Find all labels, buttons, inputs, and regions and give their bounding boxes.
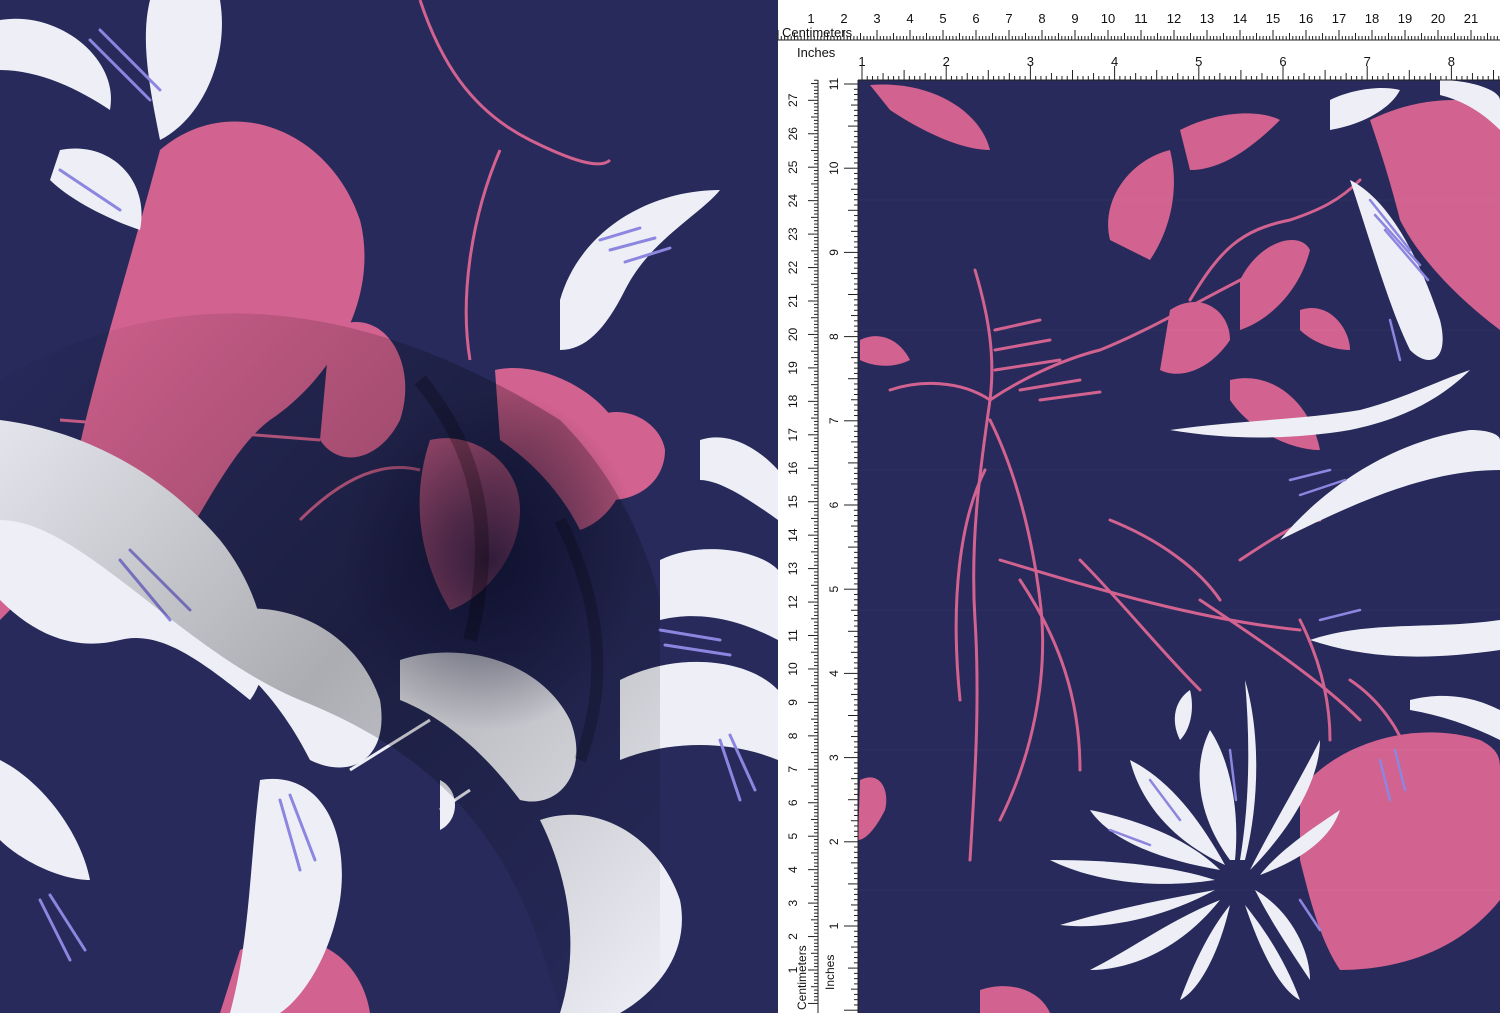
ruler-left-in-number: 8 [827, 333, 841, 340]
ruler-left-cm-number: 16 [786, 461, 800, 475]
ruler-top-cm-number: 7 [1005, 11, 1012, 26]
ruler-left-in-label: Inches [823, 955, 837, 990]
ruler-top-in-number: 6 [1279, 54, 1286, 69]
ruler-left-cm-number: 17 [786, 428, 800, 442]
ruler-top-cm-number: 14 [1233, 11, 1247, 26]
ruler-top-cm-number: 13 [1200, 11, 1214, 26]
ruler-top-cm-number: 2 [840, 11, 847, 26]
ruler-left-cm-number: 12 [786, 595, 800, 609]
ruler-left-cm-number: 20 [786, 327, 800, 341]
ruler-left-cm-number: 3 [786, 899, 800, 906]
ruler-top-in-number: 7 [1364, 54, 1371, 69]
ruler-top-in-number: 8 [1448, 54, 1455, 69]
ruler-top-cm-number: 20 [1431, 11, 1445, 26]
ruler-left-cm-number: 5 [786, 833, 800, 840]
ruler-left-cm-number: 2 [786, 933, 800, 940]
ruler-left-cm-number: 26 [786, 127, 800, 141]
ruler-top-cm-number: 16 [1299, 11, 1313, 26]
ruler-top-cm-number: 19 [1398, 11, 1412, 26]
ruler-left-in-number: 1 [827, 922, 841, 929]
ruler-top-cm-number: 12 [1167, 11, 1181, 26]
ruler-top-cm-number: 21 [1464, 11, 1478, 26]
ruler-top-in-number: 1 [858, 54, 865, 69]
ruler-left-cm-number: 18 [786, 394, 800, 408]
ruler-left-cm-number: 6 [786, 799, 800, 806]
ruler-left-in-number: 11 [827, 77, 841, 90]
ruler-left-cm-number: 21 [786, 294, 800, 308]
ruler-left-in-number: 5 [827, 586, 841, 593]
ruler-left-in-number: 7 [827, 417, 841, 424]
ruler-top-cm-number: 10 [1101, 11, 1115, 26]
ruler-top-cm-number: 1 [807, 11, 814, 26]
ruler-left-cm-number: 22 [786, 261, 800, 275]
ruler-top: 1 2 3 4 5 6 7 8 9 10 11 12 13 14 15 16 17 18 19 20 211 2 3 4 5 6 7… [777, 0, 1500, 81]
ruler-top-in-number: 2 [943, 54, 950, 69]
ruler-left: 1234567891011121314151617181920212223242… [778, 77, 859, 1013]
ruler-left-cm-number: 14 [786, 528, 800, 542]
ruler-left-cm-number: 13 [786, 562, 800, 576]
ruler-left-cm-number: 19 [786, 361, 800, 375]
ruler-left-cm-label: Centimeters [795, 945, 809, 1010]
draped-fabric-photo [0, 0, 778, 1013]
ruler-top-in-number: 3 [1027, 54, 1034, 69]
ruler-left-in-number: 9 [827, 249, 841, 256]
ruler-left-cm-number: 11 [786, 629, 800, 642]
flat-fabric-swatch [858, 80, 1500, 1013]
ruler-top-cm-number: 3 [873, 11, 880, 26]
ruler-top-cm-number: 11 [1134, 11, 1148, 26]
ruler-left-cm-number: 10 [786, 662, 800, 676]
ruler-left-cm-number: 8 [786, 732, 800, 739]
ruler-top-cm-number: 5 [939, 11, 946, 26]
ruler-top-in-number: 4 [1111, 54, 1118, 69]
ruler-left-cm-number: 7 [786, 766, 800, 773]
ruler-top-cm-number: 4 [906, 11, 913, 26]
ruler-top-in-label: Inches [797, 45, 836, 60]
ruler-left-cm-number: 27 [786, 93, 800, 107]
ruler-left-in-number: 4 [827, 670, 841, 677]
ruler-top-cm-number: 18 [1365, 11, 1379, 26]
ruler-top-cm-number: 15 [1266, 11, 1280, 26]
ruler-left-cm-number: 4 [786, 866, 800, 873]
ruler-left-in-number: 2 [827, 838, 841, 845]
fabric-photo-collage: 1 2 3 4 5 6 7 8 9 10 11 12 13 14 15 16 17 18 19 20 211 2 3 4 5 6 7… [0, 0, 1500, 1013]
ruler-top-in-number: 5 [1195, 54, 1202, 69]
ruler-top-cm-number: 8 [1038, 11, 1045, 26]
ruler-left-cm-number: 25 [786, 160, 800, 174]
ruler-left-in-number: 6 [827, 501, 841, 508]
ruler-left-in-number: 10 [827, 161, 841, 175]
ruler-left-cm-number: 23 [786, 227, 800, 241]
ruler-left-cm-number: 9 [786, 699, 800, 706]
ruler-top-cm-label: Centimeters [782, 25, 853, 40]
ruler-top-cm-number: 17 [1332, 11, 1346, 26]
ruler-top-cm-number: 6 [972, 11, 979, 26]
ruler-left-cm-number: 24 [786, 194, 800, 208]
ruler-left-in-number: 3 [827, 754, 841, 761]
ruler-top-cm-number: 9 [1071, 11, 1078, 26]
ruler-left-cm-number: 15 [786, 495, 800, 509]
